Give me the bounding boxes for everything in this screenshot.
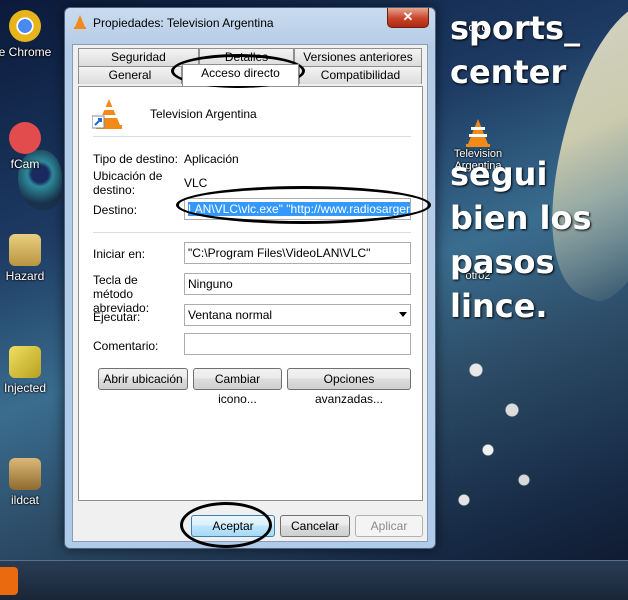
desktop-icon-wildcat[interactable]: ildcat [0,458,60,507]
tab-compatibilidad[interactable]: Compatibilidad [299,66,422,84]
game-icon [9,346,41,378]
tecla-label: Tecla de método abreviado: [93,273,150,315]
tab-acceso-directo[interactable]: Acceso directo [182,64,299,86]
tipo-destino-value: Aplicación [184,152,239,166]
camera-icon [9,122,41,154]
wallpaper-flowers [440,330,560,530]
aplicar-button[interactable]: Aplicar [355,515,423,537]
ejecutar-label: Ejecutar: [93,310,141,324]
title-bar[interactable]: Propiedades: Television Argentina ✕ [65,8,435,38]
dialog-client: Seguridad Detalles Versiones anteriores … [72,44,428,542]
window-title: Propiedades: Television Argentina [93,16,274,30]
overlay-line: center [450,53,567,91]
destino-input[interactable]: LAN\VLC\vlc.exe" "http://www.radiosargen… [184,198,411,220]
close-button[interactable]: ✕ [387,8,429,28]
cancelar-button[interactable]: Cancelar [280,515,350,537]
vlc-small-icon [74,15,86,29]
separator [93,136,411,137]
destino-text: LAN\VLC\vlc.exe" "http://www.radiosargen… [188,202,410,216]
abrir-ubicacion-button[interactable]: Abrir ubicación [98,368,188,390]
ejecutar-selected: Ventana normal [188,308,273,322]
folder-icon [9,234,41,266]
cambiar-icono-button[interactable]: Cambiar icono... [193,368,282,406]
desktop-icon-hazard[interactable]: Hazard [0,234,60,283]
desktop-icon-injected[interactable]: Injected [0,346,60,395]
comentario-label: Comentario: [93,339,159,353]
chevron-down-icon [399,312,407,317]
destino-label: Destino: [93,203,138,217]
overlay-line: bien los [450,199,592,237]
ejecutar-select[interactable]: Ventana normal [184,304,411,326]
overlay-line: sports_ [450,9,581,47]
separator [93,232,411,233]
desktop-icon-cam[interactable]: fCam [0,122,60,171]
overlay-caption: sports_ center segui bien los pasos linc… [450,6,625,328]
ubicacion-value: VLC [184,176,208,190]
iniciar-label: Iniciar en: [93,247,146,261]
taskbar-app-button[interactable] [0,567,18,595]
tipo-destino-label: Tipo de destino: [93,152,178,166]
comentario-input[interactable] [184,333,411,355]
folder-icon [9,458,41,490]
chrome-icon [9,10,41,42]
tab-general[interactable]: General [78,66,182,84]
properties-dialog: Propiedades: Television Argentina ✕ Segu… [64,7,436,549]
opciones-avanzadas-button[interactable]: Opciones avanzadas... [287,368,411,406]
taskbar [0,560,628,600]
overlay-line: lince. [450,287,548,325]
tecla-input[interactable]: Ninguno [184,273,411,295]
aceptar-button[interactable]: Aceptar [191,515,275,537]
vlc-icon [92,99,122,129]
overlay-line: pasos [450,243,555,281]
tab-seguridad[interactable]: Seguridad [78,48,199,66]
iniciar-input[interactable]: "C:\Program Files\VideoLAN\VLC" [184,242,411,264]
app-name: Television Argentina [150,107,257,121]
overlay-line: segui [450,155,548,193]
ubicacion-label: Ubicación de destino: [93,169,163,197]
tab-versiones-anteriores[interactable]: Versiones anteriores [294,48,422,66]
desktop-icon-chrome[interactable]: e Chrome [0,10,60,59]
shortcut-panel: Television Argentina Tipo de destino: Ap… [78,86,423,501]
